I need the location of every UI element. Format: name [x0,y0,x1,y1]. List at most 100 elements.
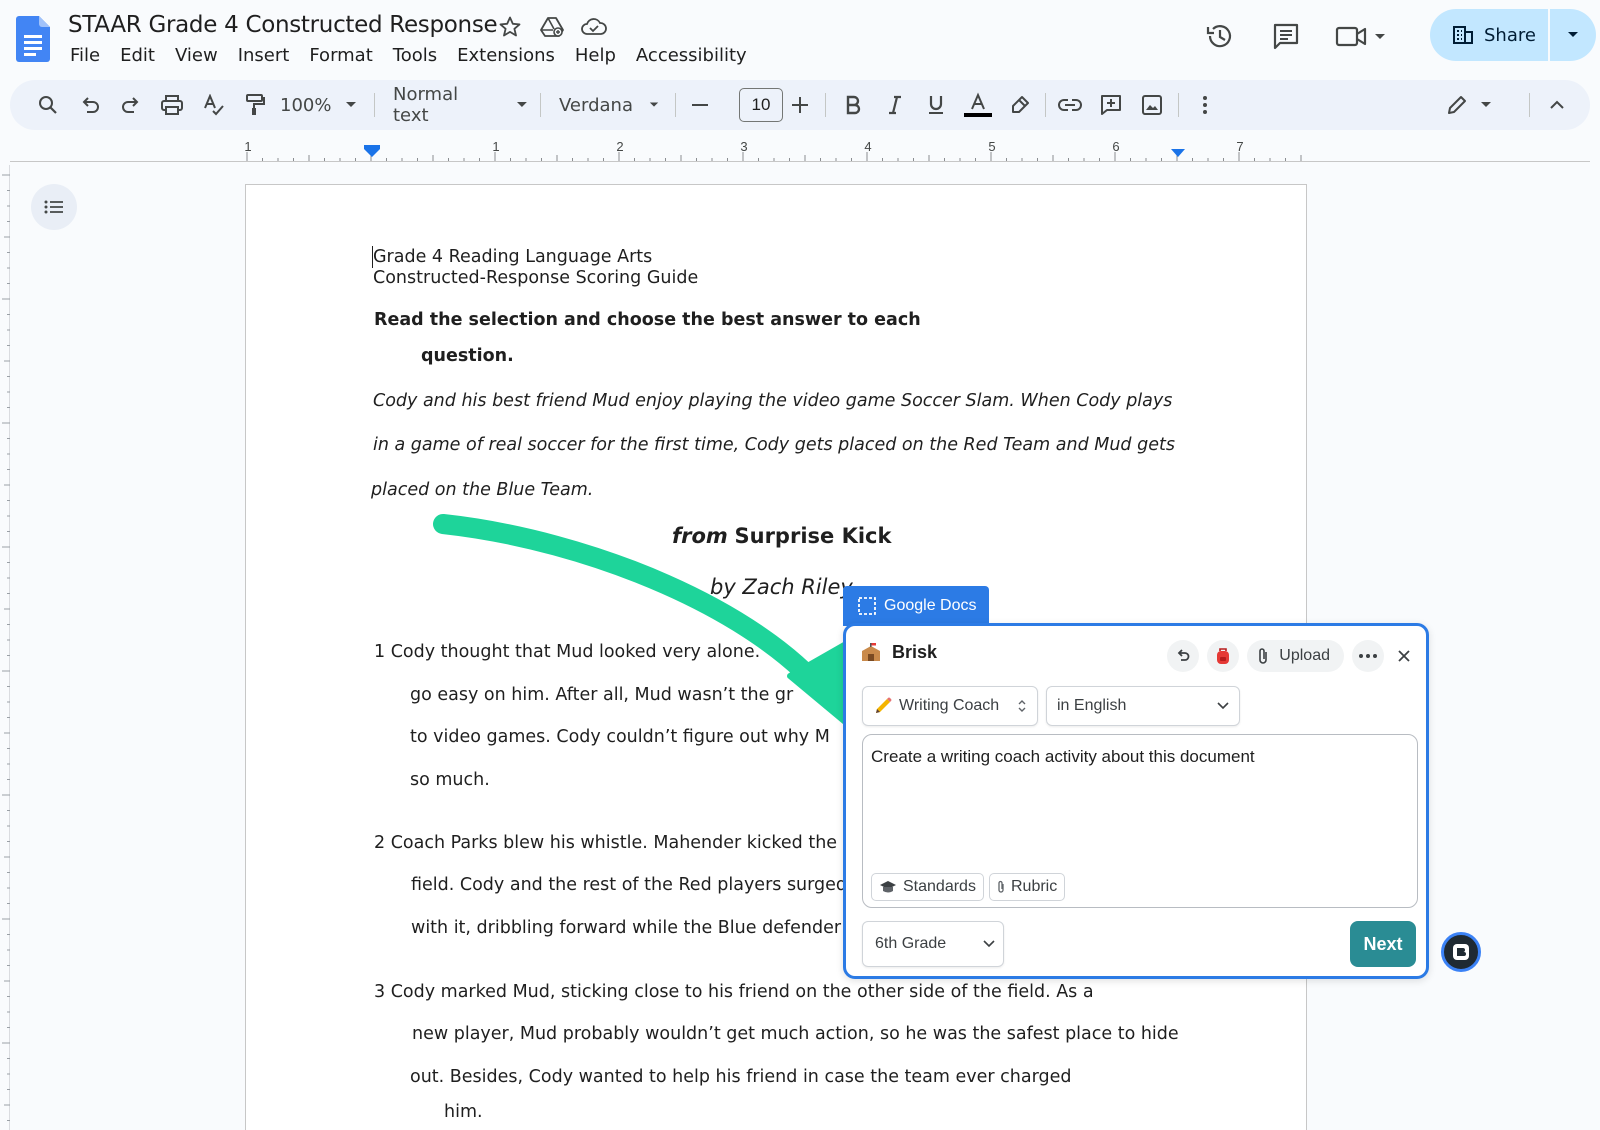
document-outline-button[interactable] [31,184,77,230]
intro-line-1: Cody and his best friend Mud enjoy playi… [373,391,1173,411]
ruler-label: 1 [492,140,499,154]
search-menus-icon[interactable] [32,80,64,130]
school-icon [862,642,880,661]
chevron-down-icon [983,940,995,948]
menu-accessibility[interactable]: Accessibility [626,44,757,68]
version-history-icon[interactable] [1200,16,1240,56]
docs-logo-icon[interactable] [16,16,50,62]
bold-icon[interactable] [838,80,868,130]
grade-select[interactable]: 6th Grade [862,921,1004,967]
vertical-ruler[interactable] [0,165,10,1130]
editing-mode-select[interactable] [1442,80,1496,130]
paragraph-3-line-4: him. [444,1102,483,1122]
undo-icon[interactable] [74,80,106,130]
intro-line-3: placed on the Blue Team. [371,480,594,500]
document-title[interactable]: STAAR Grade 4 Constructed Response [68,12,498,38]
outline-list-icon [44,200,63,214]
font-family-select[interactable]: Verdana [559,80,659,130]
text-color-icon[interactable] [962,80,994,130]
spellcheck-icon[interactable] [198,80,230,130]
decrease-font-size-icon[interactable] [686,80,714,130]
pencil-icon [1448,96,1466,114]
menu-insert[interactable]: Insert [228,44,300,68]
menu-help[interactable]: Help [565,44,626,68]
share-button[interactable]: Share [1430,9,1548,61]
upload-label: Upload [1279,647,1330,664]
italic-icon[interactable] [880,80,910,130]
upload-button[interactable]: Upload [1247,640,1344,672]
cloud-saved-icon[interactable] [580,14,608,40]
zoom-select[interactable]: 100% [280,80,370,130]
comments-icon[interactable] [1266,16,1306,56]
hide-menus-chevron-up-icon[interactable] [1542,80,1572,130]
more-options-icon[interactable] [1190,80,1220,130]
updown-chevron-icon [1018,700,1026,712]
menu-edit[interactable]: Edit [110,44,165,68]
vertical-ruler-ticks [2,174,10,1121]
more-options-button[interactable] [1352,640,1384,672]
paragraph-3-line-1: 3 Cody marked Mud, sticking close to his… [374,982,1094,1002]
backpack-button[interactable] [1207,640,1240,672]
story-title: from Surprise Kick [672,524,891,548]
horizontal-ruler[interactable]: 1 1 2 3 4 5 6 7 [10,139,1590,162]
ruler-label: 2 [616,140,623,154]
ruler-ticks: 1 1 2 3 4 5 6 7 [244,139,1302,162]
rubric-label: Rubric [1011,878,1058,895]
paragraph-1-line-2: go easy on him. After all, Mud wasn’t th… [410,685,794,705]
prompt-textarea[interactable]: Create a writing coach activity about th… [862,734,1418,908]
underline-icon[interactable] [921,80,951,130]
language-select[interactable]: in English [1046,686,1240,726]
brisk-panel: Brisk Upload Writing Coach in English Cr… [843,623,1429,979]
increase-font-size-icon[interactable] [786,80,814,130]
ruler-label: 1 [244,140,251,154]
menu-extensions[interactable]: Extensions [447,44,565,68]
menu-tools[interactable]: Tools [383,44,447,68]
google-docs-context-tab[interactable]: Google Docs [843,586,989,626]
insert-link-icon[interactable] [1054,80,1086,130]
instruction-line-2: question. [421,346,514,366]
backpack-icon [1217,648,1230,664]
brisk-launcher-button[interactable] [1441,932,1481,972]
paragraph-style-select[interactable]: Normal text [393,80,528,130]
caret-down-icon [1481,102,1491,107]
grade-select-value: 6th Grade [875,935,947,952]
next-button[interactable]: Next [1350,921,1416,967]
instruction-line-1: Read the selection and choose the best a… [374,310,921,330]
right-indent-marker [1171,149,1185,157]
font-size-input[interactable]: 10 [739,88,783,122]
chevron-down-icon [1217,702,1229,710]
insert-image-icon[interactable] [1136,80,1168,130]
ellipsis-icon [1359,654,1377,658]
paragraph-1-line-3: to video games. Cody couldn’t figure out… [410,727,830,747]
menu-file[interactable]: File [68,44,110,68]
redo-icon[interactable] [115,80,147,130]
story-byline: by Zach Riley [710,575,853,599]
star-icon[interactable] [496,14,524,40]
add-comment-icon[interactable] [1095,80,1127,130]
paragraph-3-line-3: out. Besides, Cody wanted to help his fr… [410,1067,1072,1087]
paragraph-2-line-2: field. Cody and the rest of the Red play… [411,875,848,895]
tool-select[interactable]: Writing Coach [862,686,1038,726]
tool-select-value: Writing Coach [899,697,1000,714]
highlight-color-icon[interactable] [1004,80,1036,130]
paint-format-icon[interactable] [239,80,271,130]
menu-view[interactable]: View [165,44,228,68]
undo-button[interactable] [1167,640,1200,672]
meet-camera-icon[interactable] [1332,16,1392,56]
close-button[interactable] [1392,640,1416,672]
formatting-toolbar: 100% Normal text Verdana 10 [10,80,1590,130]
building-icon [1453,26,1473,44]
move-to-drive-icon[interactable] [538,14,566,40]
pencil-icon [876,697,892,713]
rubric-chip[interactable]: Rubric [989,873,1066,901]
language-select-value: in English [1057,697,1127,714]
caret-down-icon [346,102,357,107]
share-dropdown-button[interactable] [1550,9,1596,61]
share-label: Share [1484,24,1536,46]
title-bar: STAAR Grade 4 Constructed Response File … [0,0,1600,80]
print-icon[interactable] [156,80,188,130]
paperclip-icon [1259,648,1268,664]
caret-down-icon [649,102,659,107]
menu-format[interactable]: Format [299,44,382,68]
standards-chip[interactable]: Standards [871,873,984,901]
